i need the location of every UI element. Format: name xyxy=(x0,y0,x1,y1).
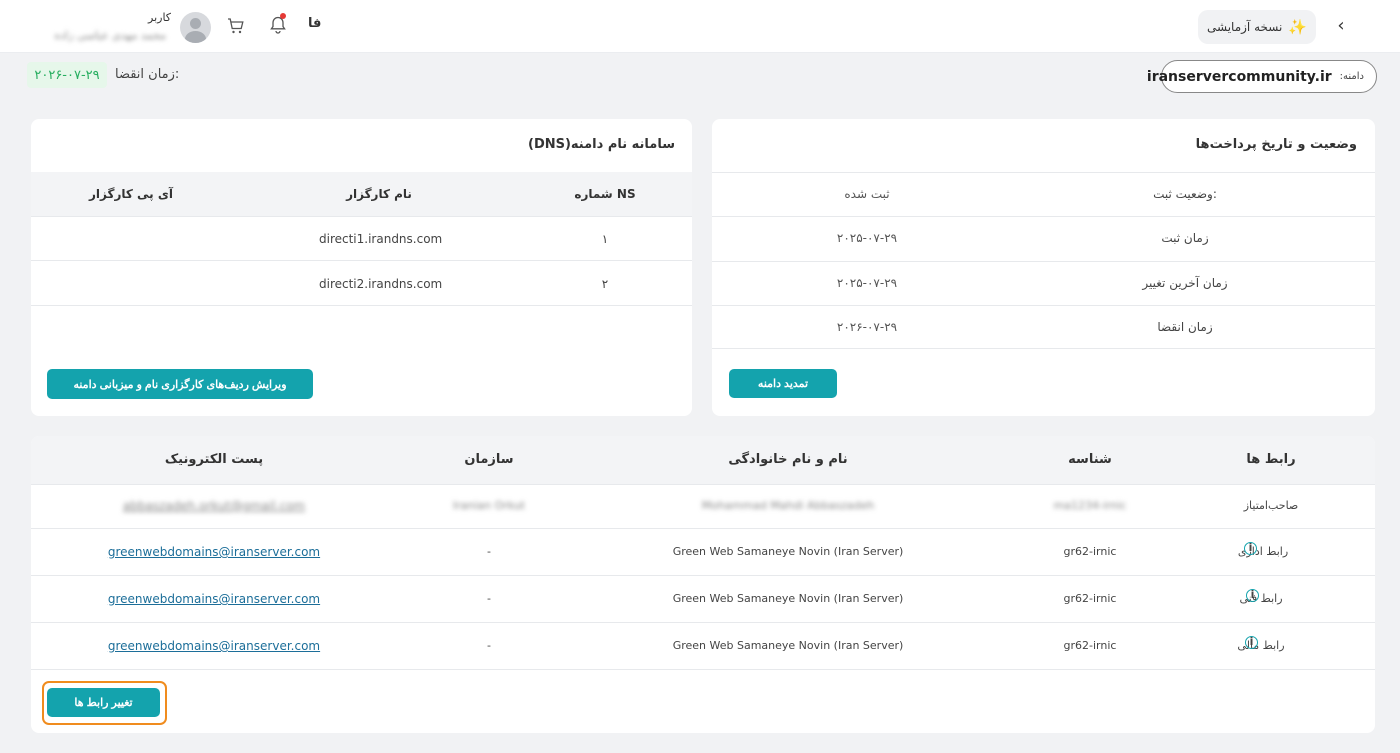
contact-email[interactable]: greenwebdomains@iranserver.com xyxy=(104,545,324,559)
dns-header-name: نام کارگزار xyxy=(346,187,412,201)
payments-title: وضعیت و تاریخ پرداخت‌ها xyxy=(1195,137,1357,152)
contact-org: - xyxy=(487,639,491,652)
dns-table-header: شماره NS نام کارگزار آی پی کارگزار xyxy=(31,172,692,217)
dns-header-ns: شماره NS xyxy=(574,187,636,201)
contact-org: Iranian Orkut xyxy=(452,499,526,512)
payment-row-key: زمان ثبت xyxy=(1161,231,1209,245)
contact-role: رابط فنی xyxy=(1239,592,1283,605)
chevron-left-icon[interactable]: ‹ xyxy=(1334,16,1348,36)
payment-row-value: ۲۰۲۵-۰۷-۲۹ xyxy=(836,231,898,245)
expiry-date-badge: ۲۰۲۶-۰۷-۲۹ xyxy=(27,62,107,88)
contact-name: Green Web Samaneye Novin (Iran Server) xyxy=(672,639,904,652)
language-switcher[interactable]: فا xyxy=(308,16,321,31)
contact-org: - xyxy=(487,545,491,558)
contacts-header-id: شناسه xyxy=(1068,452,1112,467)
avatar-body xyxy=(185,31,206,43)
trial-label: نسخه آزمایشی xyxy=(1207,20,1283,34)
domain-name: iranservercommunity.ir xyxy=(1146,68,1332,85)
contact-email[interactable]: greenwebdomains@iranserver.com xyxy=(104,639,324,653)
table-row: ۲ directi2.irandns.com xyxy=(31,262,692,306)
contact-id: gr62-irnic xyxy=(1063,545,1117,558)
edit-dns-button[interactable]: ویرایش ردیف‌های کارگزاری نام و میزبانی د… xyxy=(47,369,313,399)
table-row: صاحب‌امتیاز ma1234-irnic Mohammad Mahdi … xyxy=(31,485,1375,529)
payment-row-key: زمان آخرین تغییر xyxy=(1142,276,1228,290)
user-name: محمد مهدی عباسی زاده xyxy=(54,29,166,41)
payment-row-value: ثبت شده xyxy=(844,187,890,201)
contact-email[interactable]: greenwebdomains@iranserver.com xyxy=(104,592,324,606)
dns-ns-number: ۲ xyxy=(601,277,609,291)
table-row: رابط مالی i gr62-irnic Green Web Samaney… xyxy=(31,623,1375,670)
user-role: کاربر xyxy=(148,11,172,24)
contact-id: gr62-irnic xyxy=(1063,639,1117,652)
info-icon[interactable]: i xyxy=(1245,636,1258,649)
contact-id: ma1234-irnic xyxy=(1053,499,1127,512)
payment-row: زمان ثبت ۲۰۲۵-۰۷-۲۹ xyxy=(712,216,1375,260)
contacts-header-role: رابط ها xyxy=(1246,452,1296,467)
table-row: رابط اداری i gr62-irnic Green Web Samane… xyxy=(31,529,1375,576)
table-row: رابط فنی i gr62-irnic Green Web Samaneye… xyxy=(31,576,1375,623)
payment-row-value: ۲۰۲۶-۰۷-۲۹ xyxy=(836,320,898,334)
payments-card: وضعیت و تاریخ پرداخت‌ها وضعیت ثبت: ثبت ش… xyxy=(712,119,1375,416)
top-bar: ‹ ✨ نسخه آزمایشی فا کاربر محمد مهدی عباس… xyxy=(0,0,1400,53)
domain-pill[interactable]: دامنه: iranservercommunity.ir xyxy=(1147,60,1377,93)
dns-card: سامانه نام دامنه(DNS) شماره NS نام کارگز… xyxy=(31,119,692,416)
dns-server-name: directi2.irandns.com xyxy=(319,277,443,291)
contact-id: gr62-irnic xyxy=(1063,592,1117,605)
contact-email[interactable]: abbaszadeh.orkut@gmail.com xyxy=(104,499,324,513)
dns-server-name: directi1.irandns.com xyxy=(319,232,443,246)
contacts-header-email: پست الکترونیک xyxy=(164,452,264,467)
contact-org: - xyxy=(487,592,491,605)
payment-row: زمان آخرین تغییر ۲۰۲۵-۰۷-۲۹ xyxy=(712,261,1375,305)
contacts-header-name: نام و نام خانوادگی xyxy=(728,452,848,467)
contacts-table-header: رابط ها شناسه نام و نام خانوادگی سازمان … xyxy=(31,436,1375,485)
contact-role: رابط اداری xyxy=(1237,545,1289,558)
payment-row-key: زمان انقضا xyxy=(1157,320,1213,334)
payment-row: زمان انقضا ۲۰۲۶-۰۷-۲۹ xyxy=(712,305,1375,349)
payment-row-value: ۲۰۲۵-۰۷-۲۹ xyxy=(836,276,898,290)
dns-header-ip: آی پی کارگزار xyxy=(89,187,173,201)
dns-title: سامانه نام دامنه(DNS) xyxy=(527,137,675,152)
contact-name: Mohammad Mahdi Abbaszadeh xyxy=(701,499,875,512)
table-row: ۱ directi1.irandns.com xyxy=(31,217,692,261)
renew-domain-button[interactable]: تمدید دامنه xyxy=(729,369,837,398)
payment-row-key: وضعیت ثبت: xyxy=(1153,187,1217,201)
contacts-card: رابط ها شناسه نام و نام خانوادگی سازمان … xyxy=(31,436,1375,733)
cart-icon[interactable] xyxy=(226,16,246,36)
info-icon[interactable]: i xyxy=(1244,542,1257,555)
contacts-header-org: سازمان xyxy=(464,452,514,467)
notification-dot xyxy=(280,13,286,19)
contact-role: رابط مالی xyxy=(1237,639,1285,652)
trial-version-chip[interactable]: ✨ نسخه آزمایشی xyxy=(1198,10,1316,44)
dns-ns-number: ۱ xyxy=(601,232,609,246)
notification-bell-icon[interactable] xyxy=(268,13,288,35)
expiry-label: زمان انقضا: xyxy=(115,67,180,82)
sparkle-icon: ✨ xyxy=(1288,18,1307,36)
contact-role: صاحب‌امتیاز xyxy=(1243,499,1299,512)
domain-label: دامنه: xyxy=(1339,71,1364,82)
avatar[interactable] xyxy=(180,12,211,43)
contact-name: Green Web Samaneye Novin (Iran Server) xyxy=(672,592,904,605)
change-contacts-button[interactable]: تغییر رابط ها xyxy=(47,688,160,717)
payment-row: وضعیت ثبت: ثبت شده xyxy=(712,172,1375,216)
contact-name: Green Web Samaneye Novin (Iran Server) xyxy=(672,545,904,558)
avatar-head xyxy=(190,18,201,29)
info-icon[interactable]: i xyxy=(1246,589,1259,602)
